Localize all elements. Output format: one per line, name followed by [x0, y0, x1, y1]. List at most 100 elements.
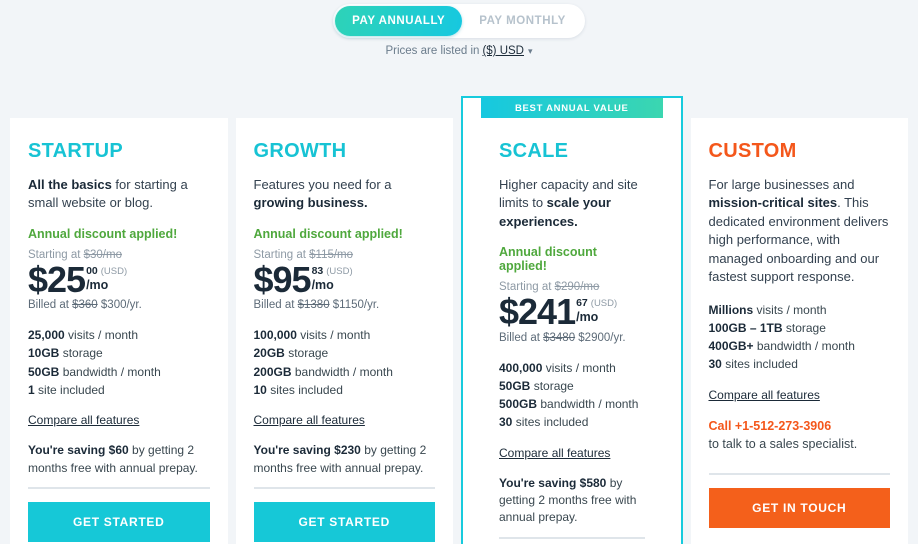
feature-value: 20GB: [253, 346, 285, 361]
pricing-card-scale: BEST ANNUAL VALUE SCALE Higher capacity …: [461, 96, 683, 544]
plan-name: CUSTOM: [708, 140, 797, 162]
price-row: $95 83 (USD) /mo: [253, 258, 436, 300]
feature-label: visits / month: [296, 328, 371, 343]
feature-value: Millions: [708, 302, 754, 317]
toggle-pay-annually[interactable]: PAY ANNUALLY: [335, 6, 463, 36]
billing-toggle-section: PAY ANNUALLY PAY MONTHLY Prices are list…: [0, 4, 918, 57]
price-currency: (USD): [590, 298, 618, 310]
feature-item: 50GB bandwidth / month: [28, 363, 210, 381]
price-period: /mo: [576, 310, 599, 325]
feature-item: Millions visits / month: [709, 301, 891, 319]
price-amount: $95: [253, 258, 312, 300]
feature-item: 1 site included: [28, 381, 210, 399]
billed-struck: $3480: [543, 331, 576, 344]
plan-name: GROWTH: [253, 140, 347, 162]
feature-item: 30 sites included: [709, 355, 891, 373]
feature-item: 30 sites included: [499, 413, 645, 431]
feature-value: 100GB – 1TB: [708, 320, 783, 335]
feature-item: 10GB storage: [28, 344, 210, 362]
price-amount: $25: [28, 258, 86, 300]
starting-struck: $115/mo: [309, 248, 354, 261]
price-currency: (USD): [326, 265, 353, 277]
savings-note: You're saving $230 by getting 2 months f…: [254, 442, 436, 477]
currency-selector[interactable]: ($) USD: [482, 45, 524, 57]
currency-note-prefix: Prices are listed in: [385, 45, 480, 57]
plan-tagline: Features you need for a growing business…: [254, 176, 436, 213]
feature-value: 400,000: [499, 360, 543, 375]
plan-name: SCALE: [499, 140, 569, 162]
feature-item: 100GB – 1TB storage: [709, 319, 891, 337]
price-period: /mo: [311, 277, 334, 292]
price-currency: (USD): [100, 265, 128, 277]
billed-note: Billed at $3480 $2900/yr.: [499, 332, 645, 344]
feature-value: 30: [499, 415, 513, 430]
feature-value: 50GB: [28, 364, 60, 379]
feature-list: Millions visits / month 100GB – 1TB stor…: [709, 301, 891, 374]
get-started-button[interactable]: GET STARTED: [253, 501, 435, 542]
plan-tagline-rest: Features you need for a: [253, 177, 392, 192]
plan-tagline-rest: For large businesses and: [708, 177, 855, 192]
price-cents: 67: [576, 297, 588, 310]
feature-item: 500GB bandwidth / month: [499, 395, 645, 413]
toggle-pay-monthly[interactable]: PAY MONTHLY: [462, 6, 583, 36]
feature-label: sites included: [721, 357, 798, 372]
billed-prefix: Billed at: [253, 299, 298, 312]
billed-prefix: Billed at: [499, 331, 544, 344]
feature-item: 25,000 visits / month: [28, 326, 210, 344]
sales-phone-link[interactable]: Call +1-512-273-3906: [709, 419, 832, 433]
feature-value: 400GB+: [708, 339, 754, 354]
billed-now: $2900/yr.: [575, 331, 626, 344]
chevron-down-icon[interactable]: ▾: [528, 46, 533, 57]
feature-value: 30: [708, 357, 722, 372]
compare-all-features-link[interactable]: Compare all features: [499, 446, 610, 460]
feature-item: 100,000 visits / month: [254, 326, 436, 344]
feature-value: 10: [253, 382, 267, 397]
card-divider: [708, 473, 890, 475]
discount-note: Annual discount applied!: [253, 226, 403, 241]
billed-now: $1150/yr.: [329, 299, 380, 312]
price-amount: $241: [499, 291, 576, 333]
feature-value: 200GB: [253, 364, 292, 379]
savings-note: You're saving $60 by getting 2 months fr…: [28, 442, 210, 477]
compare-all-features-link[interactable]: Compare all features: [709, 388, 820, 402]
feature-label: bandwidth / month: [291, 364, 393, 379]
card-divider: [28, 486, 210, 489]
feature-item: 10 sites included: [254, 381, 436, 399]
pricing-card-startup: STARTUP All the basics for starting a sm…: [10, 118, 228, 544]
feature-value: 50GB: [499, 378, 531, 393]
get-started-button[interactable]: GET STARTED: [28, 501, 210, 542]
feature-value: 500GB: [499, 397, 538, 412]
price-cents: 83: [311, 264, 324, 277]
plan-tagline-bold: All the basics: [28, 177, 112, 192]
plan-tagline: Higher capacity and site limits to scale…: [499, 176, 645, 231]
feature-list: 400,000 visits / month 50GB storage 500G…: [499, 359, 645, 432]
feature-item: 400,000 visits / month: [499, 359, 645, 377]
feature-label: visits / month: [753, 302, 827, 317]
feature-label: site included: [34, 382, 105, 397]
billed-struck: $1380: [297, 299, 330, 312]
get-in-touch-button[interactable]: GET IN TOUCH: [708, 488, 890, 528]
feature-label: visits / month: [542, 360, 616, 375]
feature-value: 25,000: [28, 328, 65, 343]
plan-tagline-bold: mission-critical sites: [708, 195, 838, 211]
feature-label: visits / month: [64, 328, 139, 343]
feature-label: bandwidth / month: [537, 397, 639, 412]
pricing-page: PAY ANNUALLY PAY MONTHLY Prices are list…: [0, 0, 918, 544]
compare-all-features-link[interactable]: Compare all features: [28, 413, 139, 427]
card-divider: [499, 536, 645, 539]
feature-label: storage: [59, 346, 103, 361]
feature-label: bandwidth / month: [59, 364, 161, 379]
feature-item: 20GB storage: [254, 344, 436, 362]
plan-tagline-bold: growing business.: [253, 195, 368, 211]
plan-tagline: All the basics for starting a small webs…: [28, 176, 210, 213]
billed-struck: $360: [72, 299, 98, 312]
savings-bold: You're saving $60: [28, 443, 129, 458]
compare-all-features-link[interactable]: Compare all features: [254, 413, 365, 427]
currency-note: Prices are listed in ($) USD ▾: [385, 45, 532, 57]
feature-item: 200GB bandwidth / month: [254, 363, 436, 381]
billing-toggle[interactable]: PAY ANNUALLY PAY MONTHLY: [333, 4, 585, 38]
